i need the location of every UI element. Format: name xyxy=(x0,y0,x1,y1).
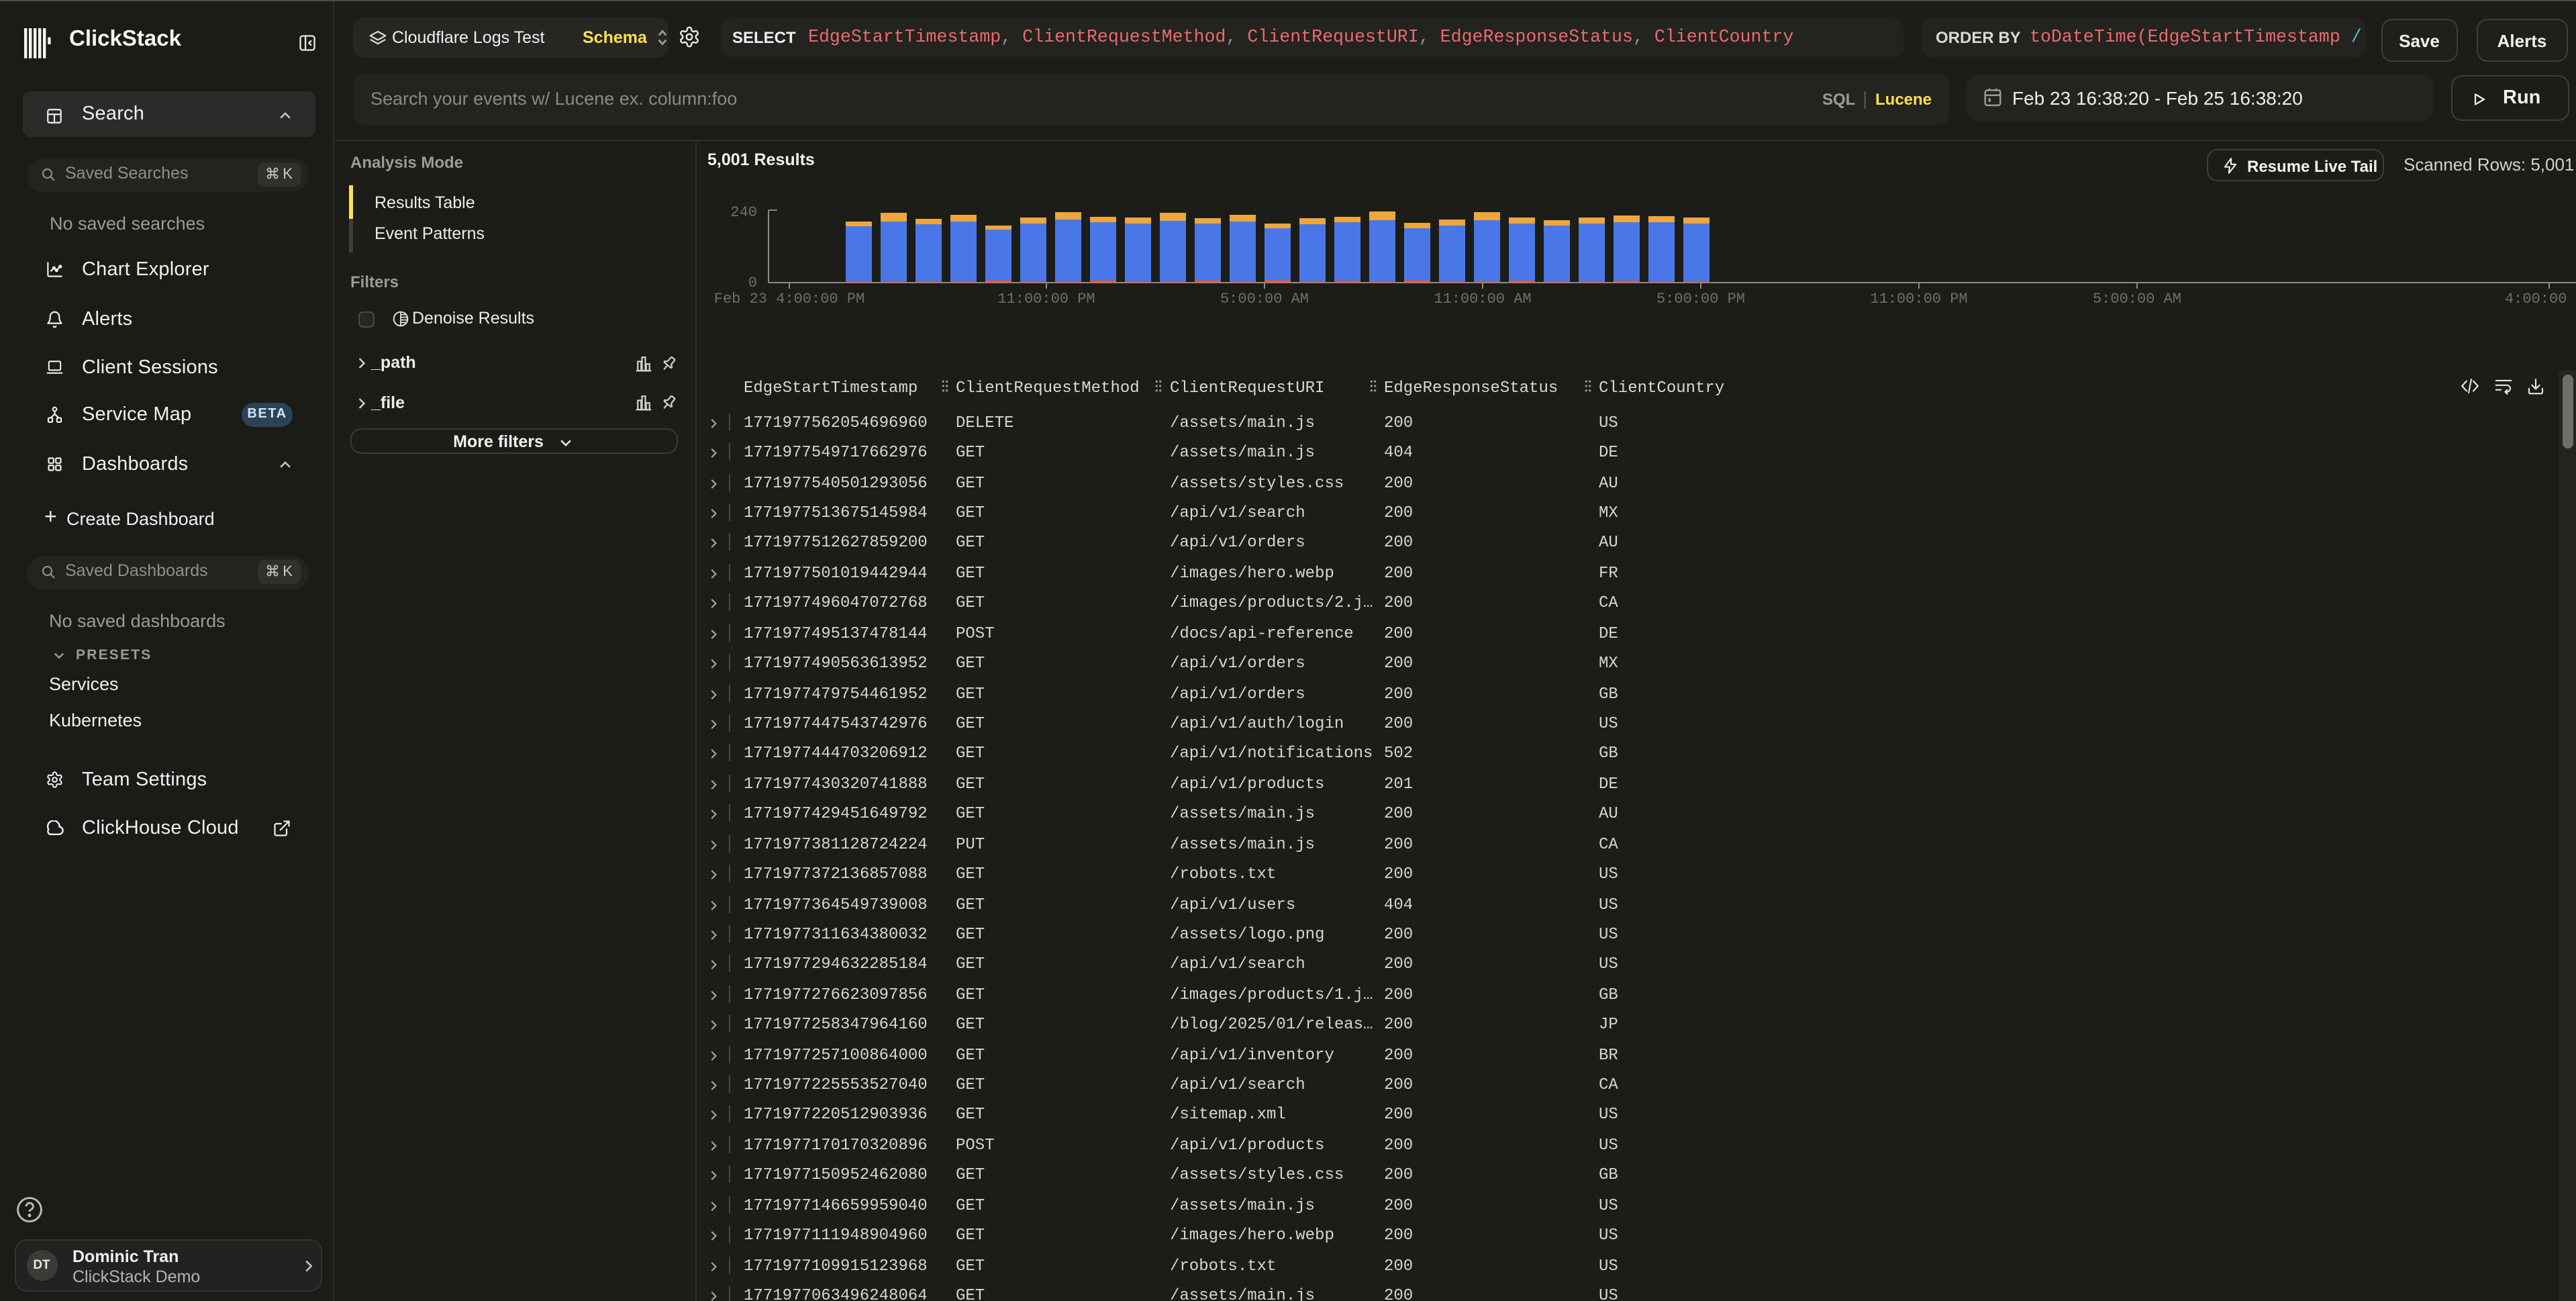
svg-text:5:00:00 AM: 5:00:00 AM xyxy=(1220,291,1308,307)
svg-text:5:00:00 PM: 5:00:00 PM xyxy=(1656,291,1744,307)
svg-text:Feb 23 4:00:00 PM: Feb 23 4:00:00 PM xyxy=(713,291,864,307)
svg-text:11:00:00 AM: 11:00:00 AM xyxy=(1433,291,1530,307)
svg-text:0: 0 xyxy=(748,275,756,291)
svg-text:11:00:00 PM: 11:00:00 PM xyxy=(997,291,1094,307)
svg-text:11:00:00 PM: 11:00:00 PM xyxy=(1869,291,1967,307)
svg-text:240: 240 xyxy=(730,204,756,221)
svg-text:4:00:00 PM: 4:00:00 PM xyxy=(2504,291,2575,307)
svg-text:5:00:00 AM: 5:00:00 AM xyxy=(2092,291,2181,307)
